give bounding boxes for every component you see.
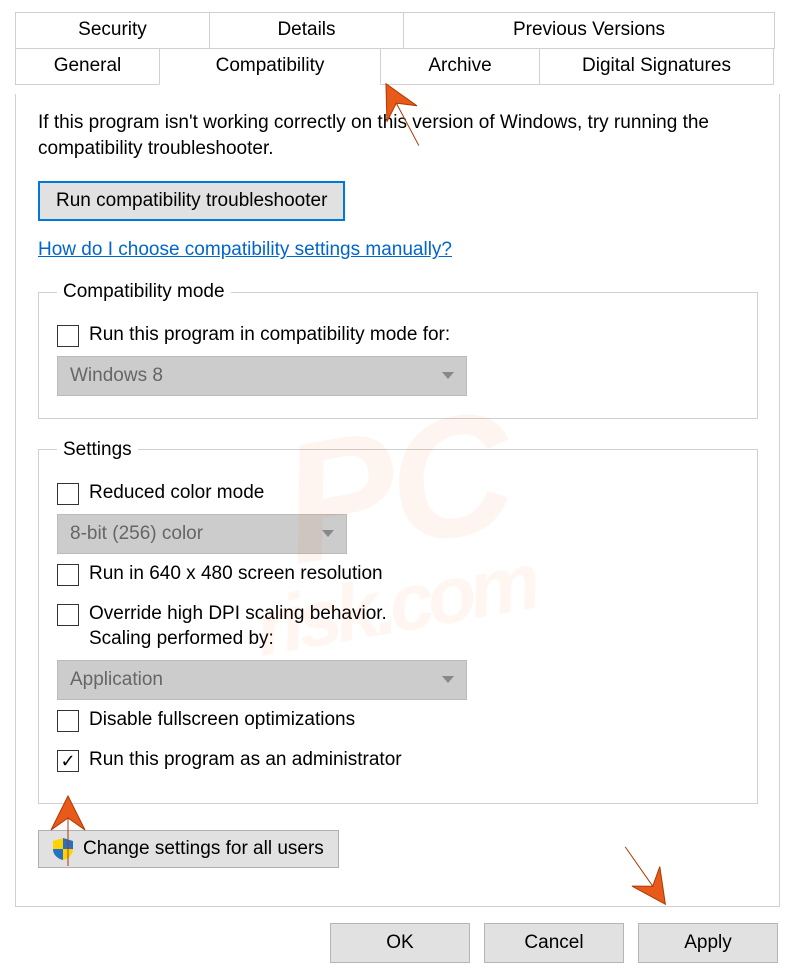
compat-mode-dropdown-value: Windows 8 xyxy=(70,365,163,387)
uac-shield-icon xyxy=(53,838,73,860)
tab-digital-signatures[interactable]: Digital Signatures xyxy=(539,48,774,85)
disable-fullscreen-label: Disable fullscreen optimizations xyxy=(89,708,355,733)
reduced-color-checkbox[interactable] xyxy=(57,483,79,505)
run-640-checkbox[interactable] xyxy=(57,564,79,586)
override-dpi-checkbox[interactable] xyxy=(57,604,79,626)
run-admin-label: Run this program as an administrator xyxy=(89,748,402,773)
cancel-button[interactable]: Cancel xyxy=(484,923,624,963)
settings-legend: Settings xyxy=(57,439,138,461)
color-dropdown[interactable]: 8-bit (256) color xyxy=(57,514,347,554)
color-dropdown-value: 8-bit (256) color xyxy=(70,523,203,545)
override-dpi-label: Override high DPI scaling behavior. Scal… xyxy=(89,602,387,651)
tab-general[interactable]: General xyxy=(15,48,160,85)
compat-mode-checkbox[interactable] xyxy=(57,325,79,347)
ok-button[interactable]: OK xyxy=(330,923,470,963)
run-640-label: Run in 640 x 480 screen resolution xyxy=(89,562,383,587)
chevron-down-icon xyxy=(442,372,454,379)
tab-compatibility[interactable]: Compatibility xyxy=(159,48,381,85)
reduced-color-label: Reduced color mode xyxy=(89,481,264,506)
help-link[interactable]: How do I choose compatibility settings m… xyxy=(38,239,452,261)
run-troubleshooter-button[interactable]: Run compatibility troubleshooter xyxy=(38,181,345,221)
compat-mode-label: Run this program in compatibility mode f… xyxy=(89,323,450,348)
dpi-dropdown-value: Application xyxy=(70,669,163,691)
compat-mode-dropdown[interactable]: Windows 8 xyxy=(57,356,467,396)
change-all-users-button[interactable]: Change settings for all users xyxy=(38,830,339,868)
compat-mode-group: Compatibility mode Run this program in c… xyxy=(38,281,758,419)
apply-button[interactable]: Apply xyxy=(638,923,778,963)
tab-security[interactable]: Security xyxy=(15,12,210,49)
change-all-users-label: Change settings for all users xyxy=(83,838,324,860)
dpi-dropdown[interactable]: Application xyxy=(57,660,467,700)
tab-details[interactable]: Details xyxy=(209,12,404,49)
disable-fullscreen-checkbox[interactable] xyxy=(57,710,79,732)
intro-text: If this program isn't working correctly … xyxy=(38,110,758,161)
tab-previous-versions[interactable]: Previous Versions xyxy=(403,12,775,49)
chevron-down-icon xyxy=(322,530,334,537)
chevron-down-icon xyxy=(442,676,454,683)
settings-group: Settings Reduced color mode 8-bit (256) … xyxy=(38,439,758,804)
run-admin-checkbox[interactable] xyxy=(57,750,79,772)
compat-mode-legend: Compatibility mode xyxy=(57,281,231,303)
tab-archive[interactable]: Archive xyxy=(380,48,540,85)
